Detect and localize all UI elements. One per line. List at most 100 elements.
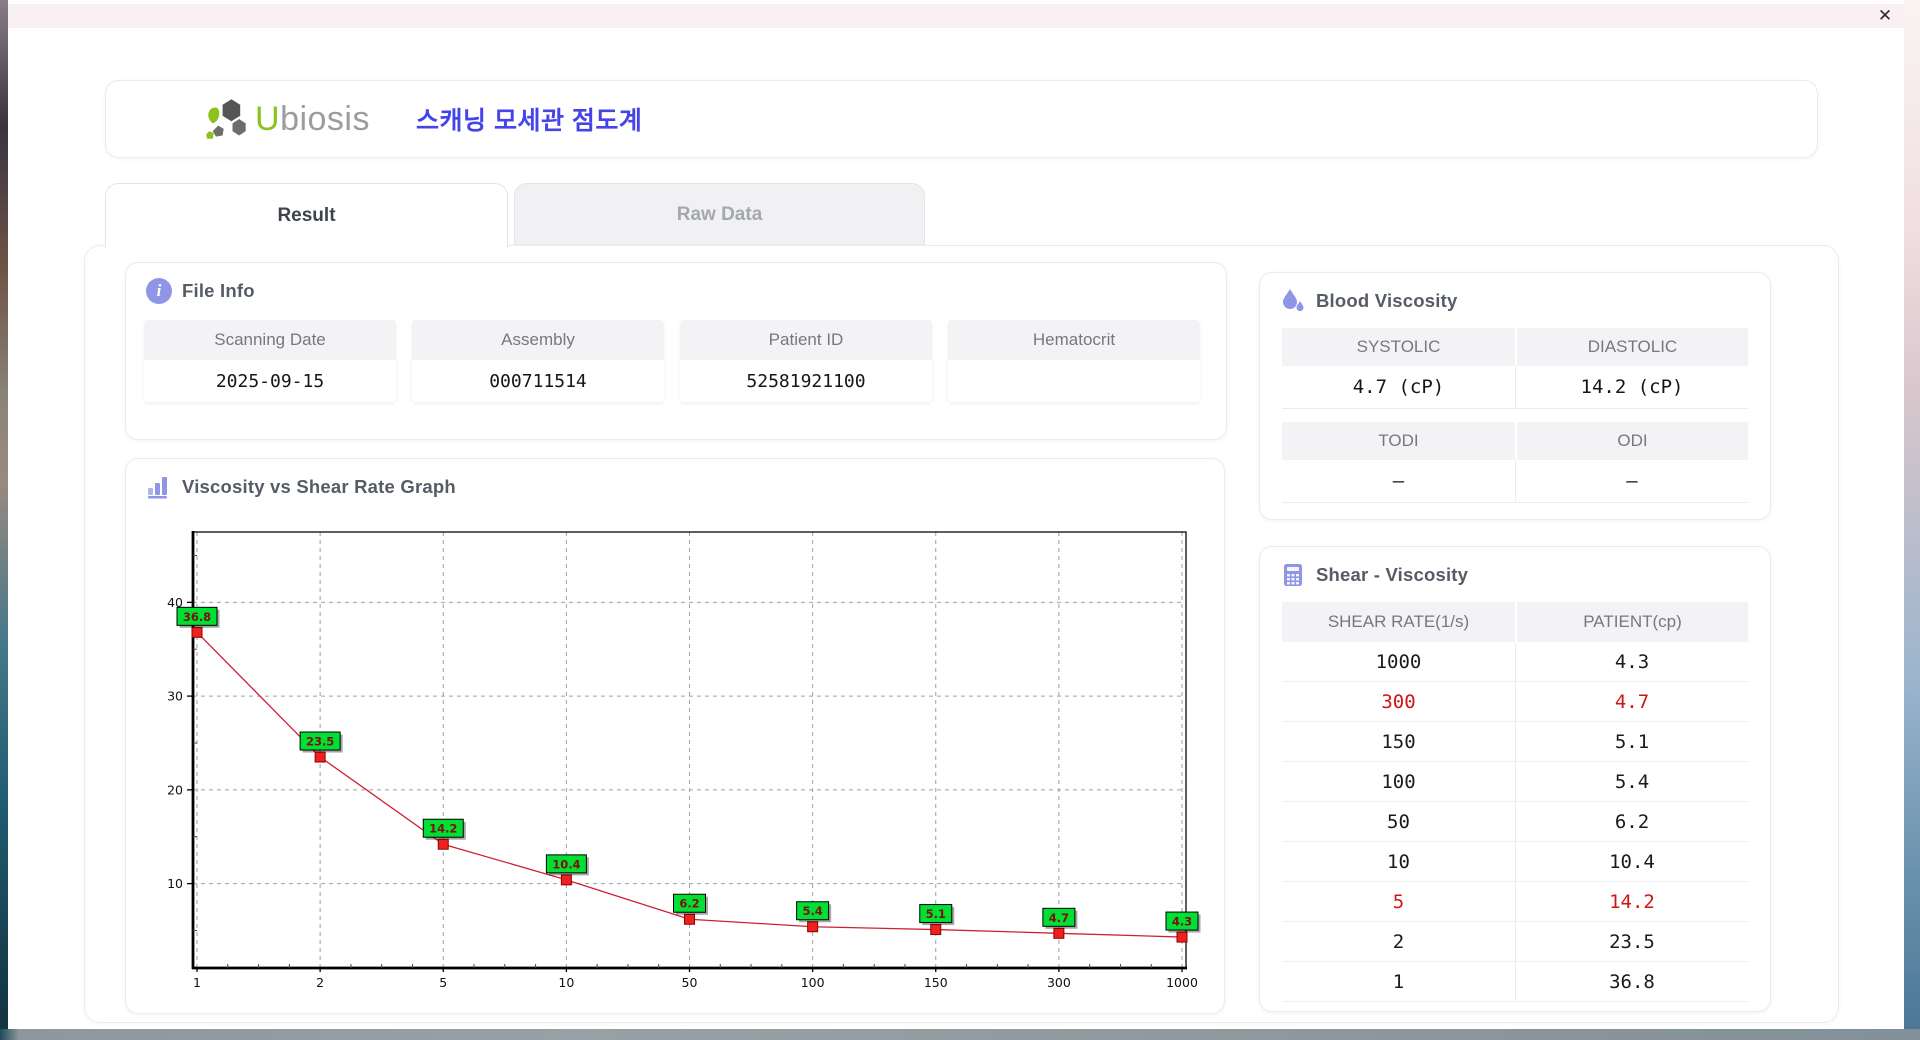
chart-point-marker (930, 924, 942, 936)
blood-viscosity-card: Blood Viscosity SYSTOLIC DIASTOLIC 4.7 (cP… (1259, 272, 1771, 520)
cell-shear-rate: 5 (1282, 882, 1515, 922)
chart-x-tick-label: 2 (316, 975, 324, 990)
cell-shear-rate: 10 (1282, 842, 1515, 882)
chart-x-tick-label: 1 (193, 975, 201, 990)
chart-x-tick-label: 100 (801, 975, 825, 990)
bar-chart-icon (148, 477, 167, 499)
file-info-title: File Info (182, 280, 255, 301)
shear-viscosity-title: Shear - Viscosity (1316, 564, 1469, 585)
chart-x-tick-label: 50 (682, 975, 698, 990)
droplets-icon (1283, 289, 1304, 312)
blood-viscosity-group: TODI ODI – – (1282, 422, 1748, 503)
cell-shear-rate: 2 (1282, 922, 1515, 962)
file-info-field-assembly: Assembly 000711514 (412, 320, 664, 402)
chart-x-tick-label: 1000 (1166, 975, 1198, 990)
field-value: 2025-09-15 (144, 360, 396, 402)
cell-shear-rate: 1 (1282, 962, 1515, 1002)
metric-label-todi: TODI (1282, 422, 1515, 460)
chart-x-tick-label: 5 (439, 975, 447, 990)
chart-point-label: 6.2 (679, 897, 699, 911)
cell-shear-rate: 100 (1282, 762, 1515, 802)
table-row: 300 4.7 (1282, 682, 1748, 722)
desktop-background: ✕ Ubiosis 스캐닝 모세관 점도계 Result Raw Data i (0, 0, 1920, 1040)
file-info-field-scanning-date: Scanning Date 2025-09-15 (144, 320, 396, 402)
cell-patient: 5.1 (1515, 722, 1748, 762)
chart-point-marker (560, 874, 572, 886)
wallpaper-right-edge (1904, 0, 1920, 1040)
chart-point-label: 23.5 (306, 735, 334, 749)
metric-label-diastolic: DIASTOLIC (1515, 328, 1748, 366)
app-window: ✕ Ubiosis 스캐닝 모세관 점도계 Result Raw Data i (8, 0, 1904, 1029)
viscosity-chart: 10 20 30 40 1 2 5 10 50 100 150 300 1000 36.8 23.5 14.2… (144, 517, 1204, 1003)
chart-y-tick-label: 10 (167, 876, 183, 891)
table-row: 1000 4.3 (1282, 642, 1748, 682)
cell-patient: 23.5 (1515, 922, 1748, 962)
field-label: Assembly (412, 320, 664, 360)
chart-point-label: 4.3 (1172, 915, 1192, 929)
app-title: 스캐닝 모세관 점도계 (416, 107, 643, 135)
wallpaper-left-edge (0, 0, 8, 1040)
file-info-field-patient-id: Patient ID 52581921100 (680, 320, 932, 402)
ubiosis-logo-text: Ubiosis (255, 100, 370, 139)
shear-table-col-patient: PATIENT(cp) (1515, 602, 1748, 642)
blood-viscosity-value-row: 4.7 (cP) 14.2 (cP) (1282, 366, 1748, 409)
cell-shear-rate: 150 (1282, 722, 1515, 762)
field-value (948, 360, 1200, 402)
tab-result[interactable]: Result (105, 183, 508, 248)
tab-raw-data[interactable]: Raw Data (514, 183, 925, 246)
table-row: 1 36.8 (1282, 962, 1748, 1002)
blood-viscosity-header-row: SYSTOLIC DIASTOLIC (1282, 328, 1748, 366)
ubiosis-logo: Ubiosis (201, 97, 370, 141)
table-row: 100 5.4 (1282, 762, 1748, 802)
shear-table-body: 1000 4.3 300 4.7 150 5.1 100 5.4 50 6.2 10 10.4 5 1 4.… (1282, 642, 1748, 1002)
calculator-icon (1284, 564, 1302, 586)
cell-patient: 10.4 (1515, 842, 1748, 882)
blood-viscosity-title: Blood Viscosity (1316, 290, 1458, 311)
table-row: 10 10.4 (1282, 842, 1748, 882)
chart-point-marker (191, 626, 203, 638)
graph-title: Viscosity vs Shear Rate Graph (182, 476, 456, 497)
metric-label-systolic: SYSTOLIC (1282, 328, 1515, 366)
logo-letter-u: U (255, 99, 281, 138)
chart-point-label: 4.7 (1049, 911, 1069, 925)
cell-patient: 5.4 (1515, 762, 1748, 802)
chart-x-tick-label: 10 (558, 975, 574, 990)
field-label: Scanning Date (144, 320, 396, 360)
chart-point-marker (1176, 931, 1188, 943)
metric-value-todi: – (1282, 460, 1515, 503)
shear-table: SHEAR RATE(1/s) PATIENT(cp) 1000 4.3 300 4.… (1282, 602, 1748, 1002)
cell-patient: 4.3 (1515, 642, 1748, 682)
ubiosis-logo-icon (206, 99, 246, 139)
field-label: Patient ID (680, 320, 932, 360)
chart-point-label: 5.1 (926, 907, 946, 921)
metric-value-diastolic: 14.2 (cP) (1515, 366, 1748, 409)
chart-x-tick-label: 300 (1047, 975, 1071, 990)
field-value: 52581921100 (680, 360, 932, 402)
window-titlebar: ✕ (8, 4, 1904, 28)
cell-shear-rate: 1000 (1282, 642, 1515, 682)
blood-viscosity-groups: SYSTOLIC DIASTOLIC 4.7 (cP) 14.2 (cP) TODI OD… (1260, 314, 1770, 503)
table-row: 50 6.2 (1282, 802, 1748, 842)
chart-point-label: 10.4 (552, 857, 580, 871)
close-button[interactable]: ✕ (1872, 5, 1898, 27)
metric-value-systolic: 4.7 (cP) (1282, 366, 1515, 409)
metric-value-odi: – (1515, 460, 1748, 503)
table-row: 2 23.5 (1282, 922, 1748, 962)
chart-point-marker (1053, 927, 1065, 939)
chart-point-marker (437, 838, 449, 850)
chart-x-tick-label: 150 (924, 975, 948, 990)
chart-y-tick-label: 20 (167, 782, 183, 797)
shear-table-col-shear-rate: SHEAR RATE(1/s) (1282, 602, 1515, 642)
blood-viscosity-group: SYSTOLIC DIASTOLIC 4.7 (cP) 14.2 (cP) (1282, 328, 1748, 409)
chart-point-label: 36.8 (183, 610, 211, 624)
blood-viscosity-value-row: – – (1282, 460, 1748, 503)
chart-point-marker (807, 921, 819, 933)
cell-patient: 4.7 (1515, 682, 1748, 722)
table-row: 150 5.1 (1282, 722, 1748, 762)
shear-table-header: SHEAR RATE(1/s) PATIENT(cp) (1282, 602, 1748, 642)
content-panel: i File Info Scanning Date 2025-09-15 Assem… (84, 245, 1839, 1023)
blood-viscosity-title-row: Blood Viscosity (1260, 273, 1770, 314)
header-card: Ubiosis 스캐닝 모세관 점도계 (105, 80, 1818, 158)
cell-patient: 36.8 (1515, 962, 1748, 1002)
field-label: Hematocrit (948, 320, 1200, 360)
